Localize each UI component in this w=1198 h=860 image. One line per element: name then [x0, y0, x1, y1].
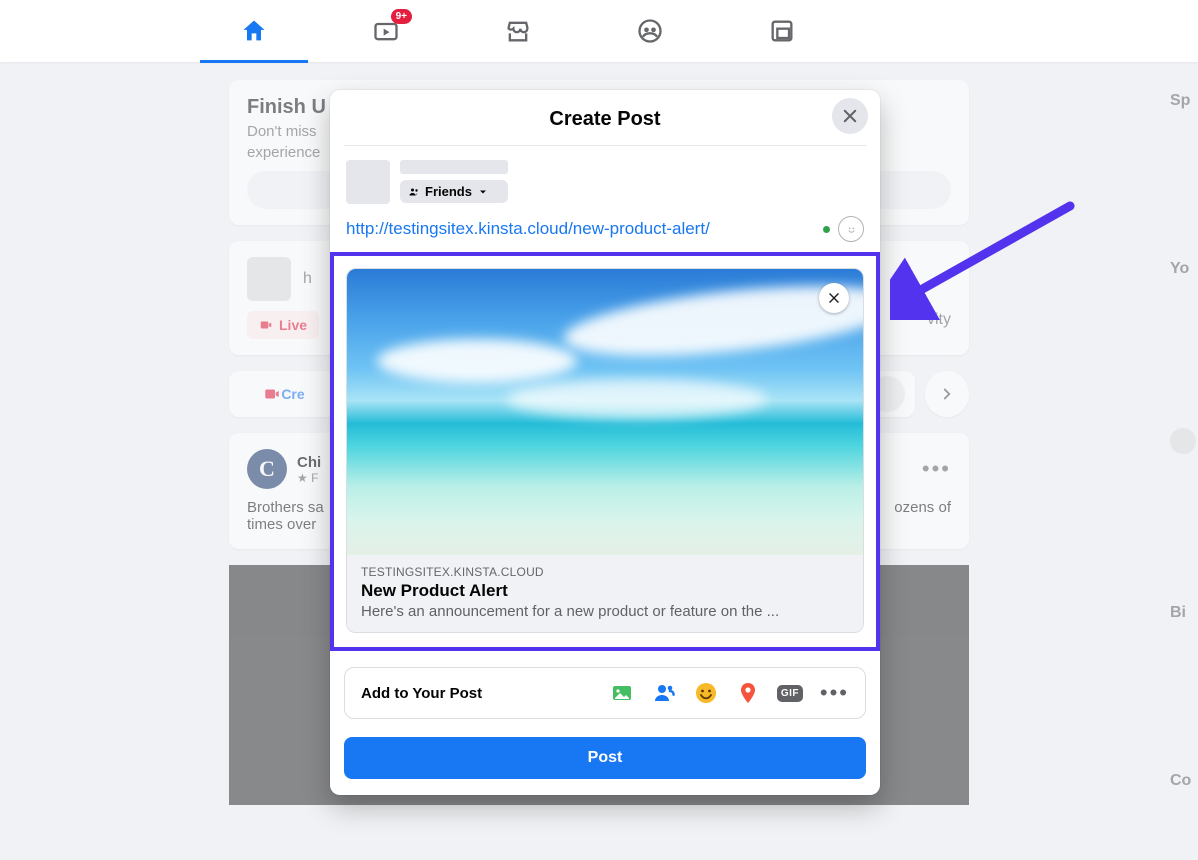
audience-selector[interactable]: Friends	[400, 180, 508, 203]
composer-avatar	[247, 257, 291, 301]
composer-placeholder: h	[303, 270, 312, 288]
modal-author-row: Friends	[330, 146, 880, 204]
rc-birthdays: Bi	[1170, 604, 1198, 622]
activity-text: vity	[927, 311, 951, 329]
link-preview-domain: TESTINGSITEX.KINSTA.CLOUD	[361, 565, 849, 579]
photo-video-icon[interactable]	[610, 681, 634, 705]
modal-author-name	[400, 160, 508, 174]
feeling-icon[interactable]	[694, 681, 718, 705]
caret-down-icon	[477, 186, 489, 198]
link-preview-title: New Product Alert	[361, 581, 849, 601]
remove-preview-button[interactable]	[819, 283, 849, 313]
post-avatar: C	[247, 449, 287, 489]
post-submit-button[interactable]: Post	[344, 737, 866, 779]
add-to-post-row: Add to Your Post GIF •••	[344, 667, 866, 719]
link-preview-card[interactable]: TESTINGSITEX.KINSTA.CLOUD New Product Al…	[346, 268, 864, 633]
add-to-post-label: Add to Your Post	[361, 685, 482, 702]
post-text-input[interactable]	[346, 219, 815, 239]
nav-gaming-icon[interactable]	[768, 17, 796, 45]
tag-people-icon[interactable]	[652, 681, 676, 705]
nav-marketplace-icon[interactable]	[504, 17, 532, 45]
post-author-name[interactable]: Chi	[297, 454, 321, 471]
post-body-line2: times over	[247, 516, 324, 533]
post-body-line1: Brothers sa	[247, 499, 324, 516]
rc-your: Yo	[1170, 260, 1198, 278]
status-dot-icon	[823, 226, 830, 233]
modal-title: Create Post	[344, 108, 866, 131]
modal-avatar	[346, 160, 390, 204]
link-preview-image	[347, 269, 863, 555]
rc-sponsored: Sp	[1170, 92, 1198, 110]
modal-close-button[interactable]	[832, 98, 868, 134]
rc-contacts: Co	[1170, 772, 1198, 790]
post-body-right: ozens of	[894, 499, 951, 533]
more-options-button[interactable]: •••	[820, 680, 849, 706]
nav-watch-icon[interactable]: 9+	[372, 17, 400, 45]
rc-avatar	[1170, 428, 1196, 454]
post-menu-button[interactable]: •••	[922, 456, 951, 482]
live-video-button[interactable]: Live	[247, 311, 319, 339]
friends-icon	[408, 186, 420, 198]
create-story-button[interactable]: Cre	[229, 371, 339, 417]
link-preview-meta: TESTINGSITEX.KINSTA.CLOUD New Product Al…	[347, 555, 863, 632]
emoji-picker-button[interactable]	[838, 216, 864, 242]
stories-next-button[interactable]	[925, 371, 969, 417]
link-preview-description: Here's an announcement for a new product…	[361, 603, 849, 620]
gif-icon[interactable]: GIF	[778, 681, 802, 705]
modal-header: Create Post	[344, 90, 866, 146]
nav-home-icon[interactable]	[240, 17, 268, 45]
top-nav: 9+	[0, 0, 1198, 62]
right-column: Sp Yo Bi Co	[1170, 92, 1198, 790]
link-preview-highlight: TESTINGSITEX.KINSTA.CLOUD New Product Al…	[330, 252, 880, 651]
audience-label: Friends	[425, 184, 472, 199]
nav-watch-badge: 9+	[391, 9, 412, 24]
post-input-row	[330, 204, 880, 246]
create-post-modal: Create Post Friends	[330, 90, 880, 795]
nav-groups-icon[interactable]	[636, 17, 664, 45]
check-in-icon[interactable]	[736, 681, 760, 705]
post-meta: ★ F	[297, 471, 321, 485]
